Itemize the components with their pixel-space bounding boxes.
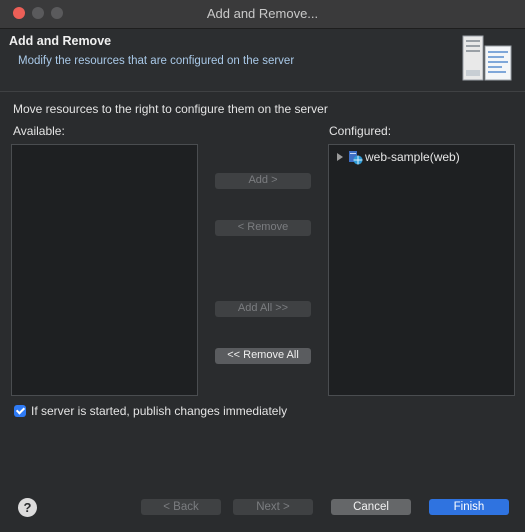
window-title: Add and Remove... bbox=[206, 6, 319, 21]
dialog-header: Add and Remove Modify the resources that… bbox=[0, 29, 525, 92]
available-list[interactable] bbox=[11, 144, 198, 396]
tree-item-label: web-sample(web) bbox=[365, 150, 460, 164]
publish-checkbox-label: If server is started, publish changes im… bbox=[31, 404, 288, 418]
available-label: Available: bbox=[13, 124, 65, 138]
add-button[interactable]: Add > bbox=[215, 173, 311, 189]
back-button[interactable]: < Back bbox=[141, 499, 221, 515]
configured-label: Configured: bbox=[329, 124, 392, 138]
tree-item-web-sample[interactable]: web-sample(web) bbox=[337, 148, 460, 166]
web-module-icon bbox=[349, 150, 363, 164]
expand-arrow-icon[interactable] bbox=[337, 153, 343, 161]
publish-option[interactable]: If server is started, publish changes im… bbox=[14, 404, 287, 418]
remove-button[interactable]: < Remove bbox=[215, 220, 311, 236]
publish-checkbox[interactable] bbox=[14, 405, 26, 417]
title-bar: Add and Remove... bbox=[0, 0, 525, 29]
server-icon bbox=[462, 35, 512, 81]
next-button[interactable]: Next > bbox=[233, 499, 313, 515]
header-title: Add and Remove bbox=[9, 34, 112, 48]
cancel-button[interactable]: Cancel bbox=[331, 499, 411, 515]
configured-list[interactable]: web-sample(web) bbox=[328, 144, 515, 396]
help-icon[interactable]: ? bbox=[18, 498, 37, 517]
add-all-button[interactable]: Add All >> bbox=[215, 301, 311, 317]
header-description: Modify the resources that are configured… bbox=[18, 55, 295, 67]
instruction-text: Move resources to the right to configure… bbox=[13, 102, 328, 116]
finish-button[interactable]: Finish bbox=[429, 499, 509, 515]
remove-all-button[interactable]: << Remove All bbox=[215, 348, 311, 364]
